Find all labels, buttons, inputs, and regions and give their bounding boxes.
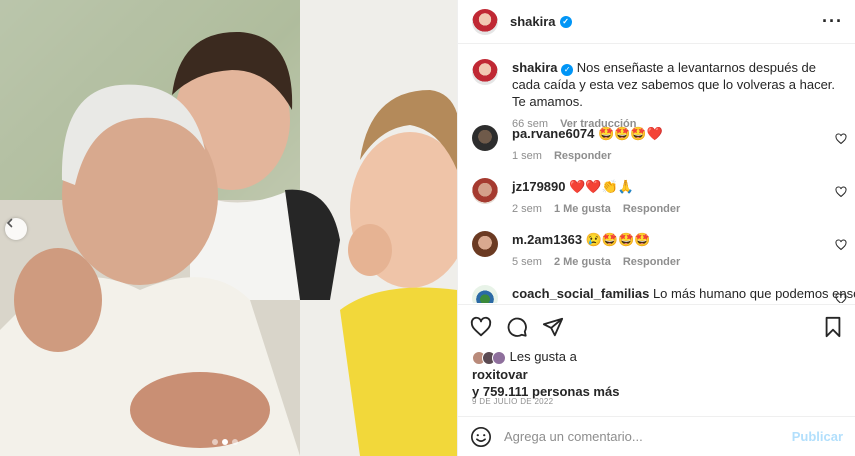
comment-likes-count[interactable]: 2 Me gusta <box>554 256 611 268</box>
likes-summary: Les gusta a roxitovar y 759.111 personas… <box>472 350 841 399</box>
post-actions-bar <box>458 304 855 348</box>
like-heart-icon[interactable] <box>470 316 492 338</box>
comments-list[interactable]: shakira ✓ Nos enseñaste a levantarnos de… <box>458 45 855 303</box>
comment-username[interactable]: coach_social_familias <box>512 286 649 301</box>
reply-link[interactable]: Responder <box>623 256 680 268</box>
carousel-indicator <box>212 439 238 445</box>
comment-bubble-icon[interactable] <box>506 316 528 338</box>
comment-text: 😢🤩🤩🤩 <box>585 232 651 247</box>
liker-username[interactable]: roxitovar <box>472 367 528 382</box>
comment-time[interactable]: 2 sem <box>512 203 542 215</box>
likers-avatars[interactable] <box>472 350 506 365</box>
post-detail-panel: shakira ✓ ··· shakira ✓ Nos enseñaste a … <box>457 0 855 456</box>
add-comment-bar: Publicar <box>458 416 855 456</box>
author-username[interactable]: shakira ✓ <box>510 14 572 29</box>
comment-time[interactable]: 1 sem <box>512 150 542 162</box>
comment-text: 🤩🤩🤩❤️ <box>598 126 663 141</box>
publish-button[interactable]: Publicar <box>792 429 843 444</box>
add-comment-input[interactable] <box>504 429 792 444</box>
emoji-smiley-icon[interactable] <box>470 426 492 448</box>
more-options-icon[interactable]: ··· <box>822 11 843 32</box>
comment-row: m.2am1363 😢🤩🤩🤩 5 sem 2 Me gusta Responde… <box>458 231 855 268</box>
bookmark-save-icon[interactable] <box>823 316 843 338</box>
reply-link[interactable]: Responder <box>554 150 611 162</box>
comment-row: coach_social_familias Lo más humano que … <box>458 285 855 303</box>
verified-badge-icon: ✓ <box>561 63 574 76</box>
commenter-avatar[interactable] <box>472 285 498 303</box>
reply-link[interactable]: Responder <box>623 203 680 215</box>
author-avatar[interactable] <box>472 8 498 35</box>
caption-username[interactable]: shakira <box>512 60 558 75</box>
comment-time[interactable]: 5 sem <box>512 256 542 268</box>
caption-row: shakira ✓ Nos enseñaste a levantarnos de… <box>458 59 855 130</box>
share-send-icon[interactable] <box>542 316 564 338</box>
comment-text: Lo más humano que podemos enseñar a <box>652 286 855 301</box>
comment-username[interactable]: pa.rvane6074 <box>512 126 594 141</box>
comment-row: jz179890 ❤️❤️👏🙏 2 sem 1 Me gusta Respond… <box>458 178 855 215</box>
photo-illustration <box>0 0 457 456</box>
comment-row: pa.rvane6074 🤩🤩🤩❤️ 1 sem Responder <box>458 125 855 162</box>
like-comment-heart-icon[interactable] <box>835 293 847 303</box>
comment-text: ❤️❤️👏🙏 <box>569 179 634 194</box>
verified-badge-icon: ✓ <box>559 15 572 28</box>
previous-photo-button[interactable] <box>5 218 27 240</box>
likes-prefix: Les gusta a <box>509 349 577 364</box>
commenter-avatar[interactable] <box>472 125 498 151</box>
like-comment-heart-icon[interactable] <box>835 239 847 251</box>
like-comment-heart-icon[interactable] <box>835 186 847 198</box>
comment-username[interactable]: m.2am1363 <box>512 232 582 247</box>
carousel-dot-active <box>222 439 228 445</box>
carousel-dot <box>212 439 218 445</box>
commenter-avatar[interactable] <box>472 178 498 204</box>
comment-username[interactable]: jz179890 <box>512 179 566 194</box>
post-header: shakira ✓ ··· <box>458 0 855 44</box>
comment-likes-count[interactable]: 1 Me gusta <box>554 203 611 215</box>
post-date[interactable]: 9 DE JULIO DE 2022 <box>472 397 553 406</box>
commenter-avatar[interactable] <box>472 231 498 257</box>
author-username-text[interactable]: shakira <box>510 14 556 29</box>
post-photo[interactable] <box>0 0 457 456</box>
like-comment-heart-icon[interactable] <box>835 133 847 145</box>
chevron-left-icon <box>6 218 13 228</box>
author-avatar[interactable] <box>472 59 498 85</box>
carousel-dot <box>232 439 238 445</box>
